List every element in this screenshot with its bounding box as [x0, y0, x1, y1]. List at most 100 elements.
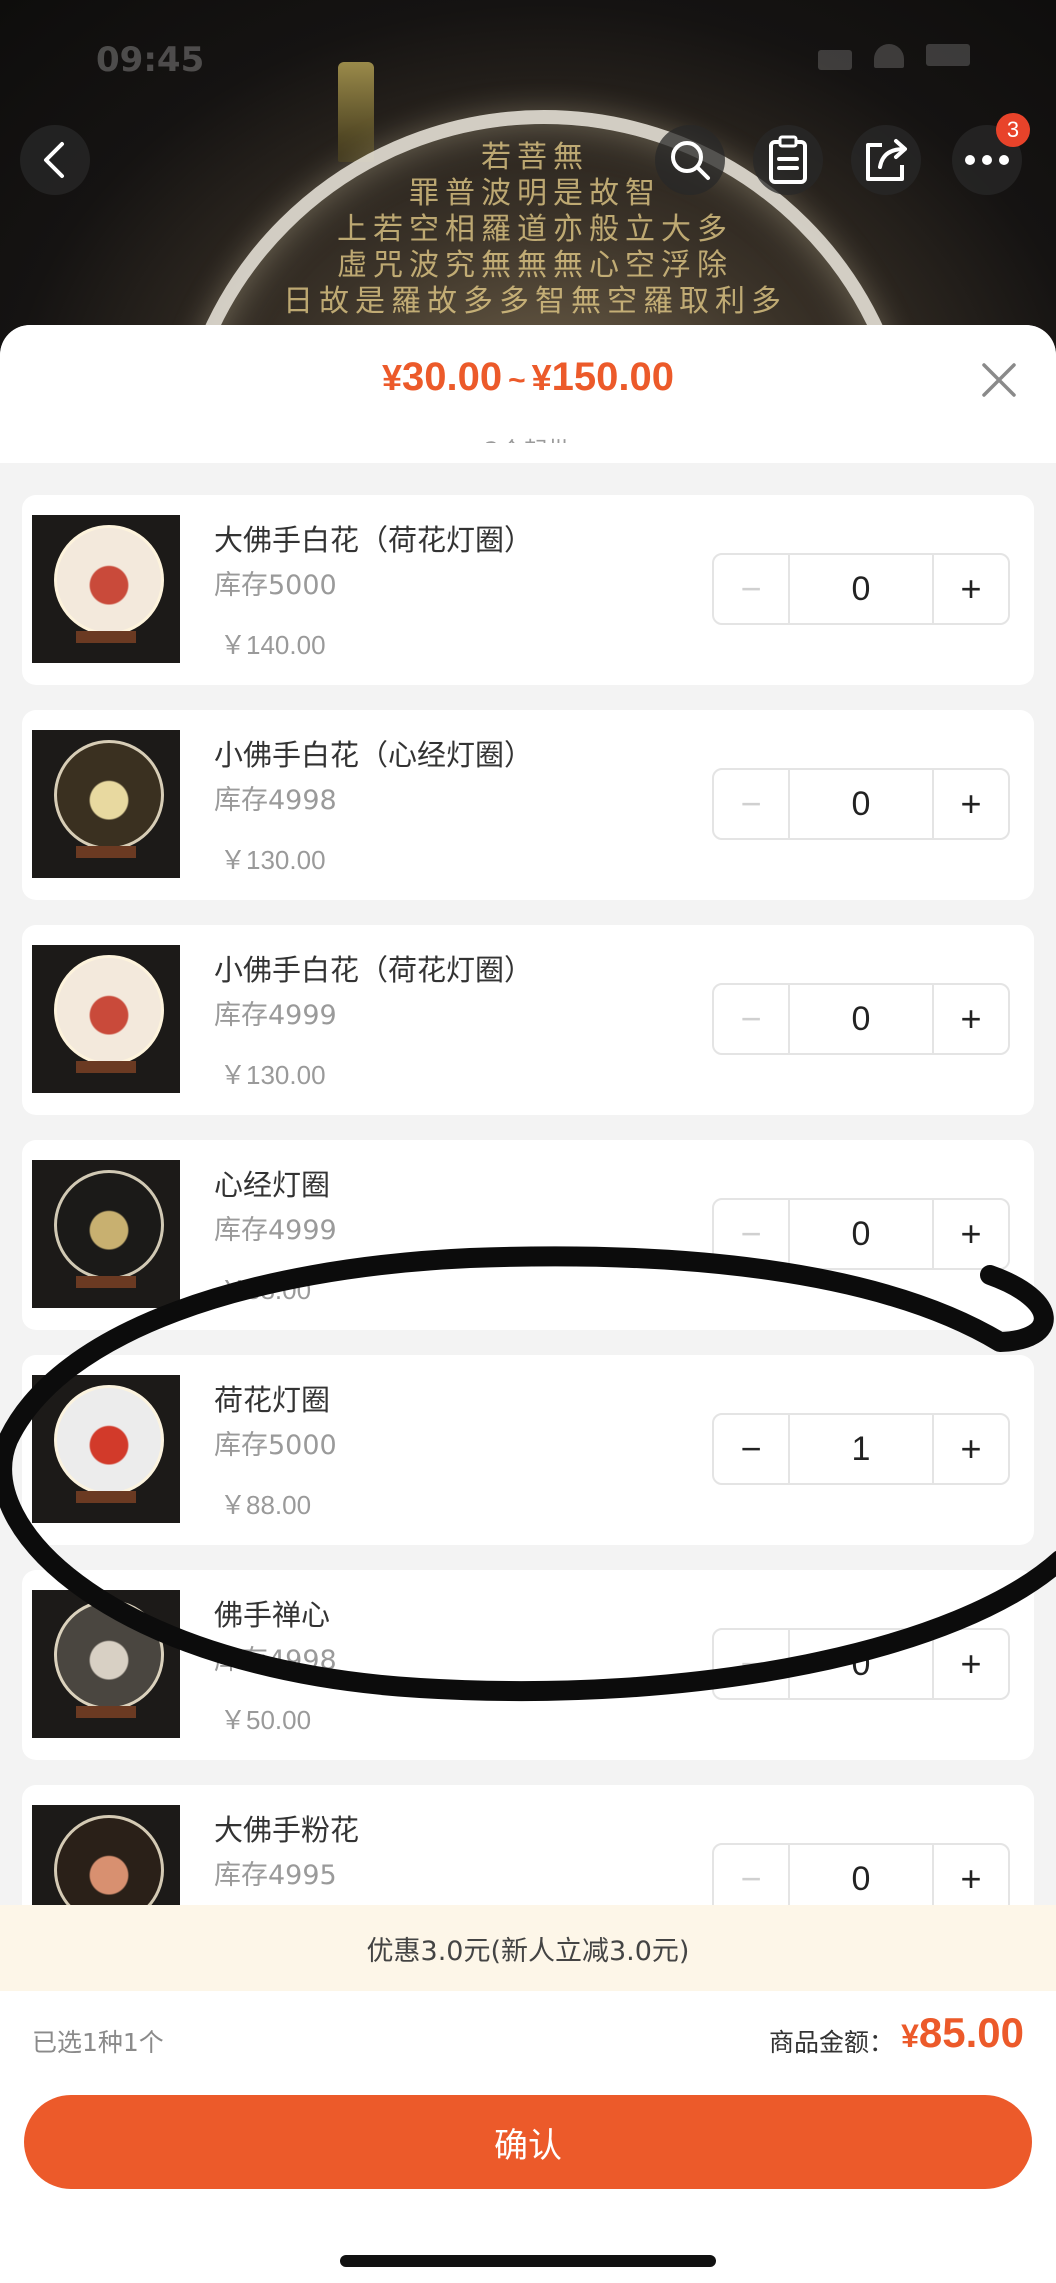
product-stock: 库存4999 — [214, 1000, 337, 1031]
decrease-button[interactable]: − — [714, 1630, 788, 1698]
product-thumbnail-disc — [54, 955, 164, 1065]
price-currency: ¥ — [531, 357, 552, 398]
product-thumbnail-disc — [54, 740, 164, 850]
product-stock: 库存5000 — [214, 1430, 337, 1461]
quantity-input[interactable]: 0 — [788, 555, 934, 623]
list-item: 大佛手白花（荷花灯圈） 库存5000 ￥140.00 − 0 + — [22, 495, 1034, 685]
product-thumbnail-disc — [54, 1170, 164, 1280]
decrease-button[interactable]: − — [714, 985, 788, 1053]
list-item: 荷花灯圈 库存5000 ￥88.00 − 1 + — [22, 1355, 1034, 1545]
total-amount: ¥85.00 — [901, 2009, 1024, 2057]
product-thumbnail — [32, 945, 180, 1093]
clipboard-button[interactable] — [753, 125, 823, 195]
product-thumbnail-base — [76, 846, 136, 858]
list-item: 心经灯圈 库存4999 ￥88.00 − 0 + — [22, 1140, 1034, 1330]
product-stock: 库存4998 — [214, 1645, 337, 1676]
home-indicator — [340, 2255, 716, 2267]
product-thumbnail-base — [76, 1061, 136, 1073]
product-thumbnail — [32, 1590, 180, 1738]
search-icon — [671, 141, 710, 180]
hero-glyph-line: 若菩無 — [481, 140, 589, 175]
product-thumbnail-disc — [54, 1385, 164, 1495]
confirm-button[interactable]: 确认 — [24, 2095, 1032, 2189]
quantity-stepper: − 0 + — [712, 553, 1010, 625]
product-thumbnail — [32, 1160, 180, 1308]
close-icon[interactable] — [974, 355, 1024, 405]
notification-badge: 3 — [996, 113, 1030, 147]
product-stock: 库存4998 — [214, 785, 337, 816]
amount-label: 商品金额： — [768, 2028, 894, 2057]
decrease-button[interactable]: − — [714, 555, 788, 623]
product-price: ￥50.00 — [220, 1705, 312, 1735]
quantity-input[interactable]: 0 — [788, 1200, 934, 1268]
quantity-input[interactable]: 0 — [788, 985, 934, 1053]
product-thumbnail-base — [76, 1491, 136, 1503]
product-name: 佛手禅心 — [214, 1598, 331, 1632]
increase-button[interactable]: + — [934, 1630, 1008, 1698]
product-thumbnail-disc — [54, 1600, 164, 1710]
quantity-input[interactable]: 0 — [788, 770, 934, 838]
quantity-stepper: − 0 + — [712, 768, 1010, 840]
product-thumbnail — [32, 1375, 180, 1523]
checkout-footer: 已选1种1个 商品金额： ¥85.00 确认 — [0, 1991, 1056, 2283]
quantity-stepper: − 0 + — [712, 1628, 1010, 1700]
product-price: ￥130.00 — [220, 1060, 326, 1090]
decrease-button[interactable]: − — [714, 1415, 788, 1483]
quantity-stepper: − 0 + — [712, 983, 1010, 1055]
more-icon — [965, 155, 1009, 165]
list-item: 小佛手白花（心经灯圈） 库存4998 ￥130.00 − 0 + — [22, 710, 1034, 900]
price-min: 30.00 — [402, 355, 503, 399]
clipboard-icon — [769, 135, 807, 184]
share-icon — [866, 139, 907, 181]
product-name: 小佛手白花（荷花灯圈） — [214, 953, 534, 987]
hero-scripture-text: 若菩無 罪普波明是故智 上若空相羅道亦般立大多 虛咒波究無無無心空浮除 日故是羅… — [255, 140, 815, 320]
wifi-icon — [874, 44, 904, 68]
list-item: 佛手禅心 库存4998 ￥50.00 − 0 + — [22, 1570, 1034, 1760]
product-name: 荷花灯圈 — [214, 1383, 331, 1417]
product-stock: 库存5000 — [214, 570, 337, 601]
quantity-stepper: − 0 + — [712, 1198, 1010, 1270]
hero-glyph-line: 上若空相羅道亦般立大多 — [337, 212, 733, 247]
decrease-button[interactable]: − — [714, 770, 788, 838]
increase-button[interactable]: + — [934, 1200, 1008, 1268]
hero-glyph-line: 罪普波明是故智 — [409, 176, 661, 211]
status-icons — [818, 44, 970, 70]
chevron-left-icon — [44, 142, 64, 178]
decrease-button[interactable]: − — [714, 1200, 788, 1268]
increase-button[interactable]: + — [934, 1845, 1008, 1913]
product-price: ￥130.00 — [220, 845, 326, 875]
list-item: 小佛手白花（荷花灯圈） 库存4999 ￥130.00 − 0 + — [22, 925, 1034, 1115]
more-button[interactable]: 3 — [952, 113, 1030, 195]
product-name: 小佛手白花（心经灯圈） — [214, 738, 534, 772]
product-thumbnail — [32, 730, 180, 878]
status-time: 09:45 — [96, 40, 205, 80]
product-thumbnail-base — [76, 631, 136, 643]
increase-button[interactable]: + — [934, 985, 1008, 1053]
increase-button[interactable]: + — [934, 1415, 1008, 1483]
increase-button[interactable]: + — [934, 555, 1008, 623]
quantity-input[interactable]: 0 — [788, 1630, 934, 1698]
search-button[interactable] — [655, 125, 725, 195]
list-item — [22, 443, 1034, 463]
amount-currency: ¥ — [901, 2018, 919, 2054]
product-thumbnail-base — [76, 1706, 136, 1718]
back-button[interactable] — [20, 125, 90, 195]
quantity-stepper: − 1 + — [712, 1413, 1010, 1485]
promo-banner: 优惠3.0元(新人立减3.0元) — [0, 1905, 1056, 1991]
increase-button[interactable]: + — [934, 770, 1008, 838]
product-price: ￥88.00 — [220, 1275, 312, 1305]
quantity-input[interactable]: 1 — [788, 1415, 934, 1483]
product-price: ￥88.00 — [220, 1490, 312, 1520]
decrease-button[interactable]: − — [714, 1845, 788, 1913]
quantity-input[interactable]: 0 — [788, 1845, 934, 1913]
selected-summary: 已选1种1个 — [32, 2028, 164, 2057]
price-range: ¥30.00 ~ ¥150.00 — [0, 355, 1056, 400]
share-button[interactable] — [851, 125, 921, 195]
product-thumbnail — [32, 515, 180, 663]
product-stock: 库存4995 — [214, 1860, 337, 1891]
product-thumbnail-disc — [54, 525, 164, 635]
product-thumbnail-base — [76, 1276, 136, 1288]
hero-glyph-line: 日故是羅故多多智無空羅取利多 — [283, 284, 787, 319]
product-name: 大佛手白花（荷花灯圈） — [214, 523, 534, 557]
battery-icon — [926, 44, 970, 66]
